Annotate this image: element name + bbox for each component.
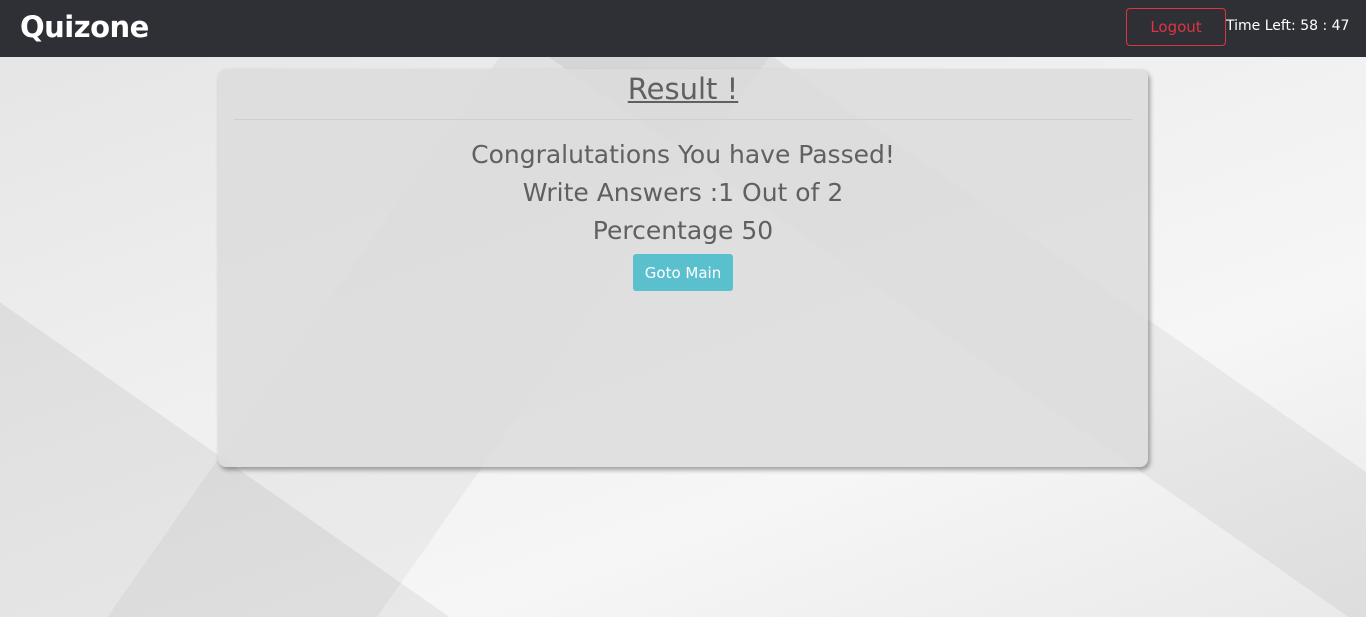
time-left: Time Left: 58 : 47	[1226, 18, 1350, 34]
divider	[234, 119, 1132, 120]
result-message: Congralutations You have Passed!	[471, 140, 895, 169]
result-card: Result ! Congralutations You have Passed…	[218, 69, 1148, 467]
navbar: Quizone Logout Time Left: 58 : 47	[0, 0, 1366, 57]
percentage: Percentage 50	[592, 216, 774, 245]
brand-logo[interactable]: Quizone	[20, 10, 149, 44]
result-title: Result !	[627, 72, 739, 106]
answers-count: Write Answers :1 Out of 2	[522, 178, 844, 207]
logout-button[interactable]: Logout	[1126, 8, 1226, 46]
goto-main-button[interactable]: Goto Main	[633, 254, 733, 291]
